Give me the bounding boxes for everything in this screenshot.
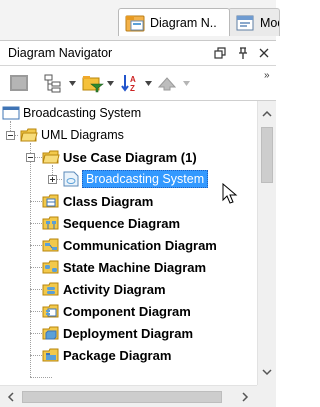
chevron-down-icon[interactable] [107,81,114,86]
project-icon [2,106,20,120]
tree-node-selected-diagram[interactable]: Broadcasting System [62,169,209,189]
scroll-right-icon[interactable] [240,392,250,402]
communication-diagram-icon [42,238,59,252]
folder-icon [20,128,38,142]
tab-strip: Diagram N.. Model Exp.. [0,0,280,40]
tree-node-state-machine-diagram[interactable]: State Machine Diagram [42,257,206,277]
vertical-scroll-thumb[interactable] [261,127,273,183]
horizontal-scrollbar[interactable] [0,385,257,407]
collapse-toggle[interactable] [6,131,15,140]
tree-node-label: Use Case Diagram (1) [63,149,197,165]
tree-node-label: UML Diagrams [41,128,124,142]
expand-toggle[interactable] [48,175,57,184]
tree-node-communication-diagram[interactable]: Communication Diagram [42,235,217,255]
collapse-toggle[interactable] [26,153,35,162]
svg-text:A: A [130,75,136,84]
activity-diagram-icon [42,282,59,296]
tree-node-deployment-diagram[interactable]: Deployment Diagram [42,323,193,343]
toolbar: A Z » [0,66,276,101]
state-machine-diagram-icon [42,260,59,274]
restore-icon[interactable] [213,46,227,60]
toolbar-overflow[interactable]: » [264,70,270,81]
tree-node-label: State Machine Diagram [63,259,207,275]
tree-node-label: Broadcasting System [82,170,209,188]
tree-node-root[interactable]: Broadcasting System [2,103,141,123]
tree-node-class-diagram[interactable]: Class Diagram [42,191,153,211]
tree-node-label: Sequence Diagram [63,215,181,231]
chevron-down-icon[interactable] [183,81,190,86]
mouse-cursor-icon [222,183,238,204]
package-diagram-icon [42,348,59,362]
tree-node-use-case-diagram[interactable]: Use Case Diagram (1) [42,147,197,167]
close-icon[interactable] [257,46,271,60]
chevron-down-icon[interactable] [69,81,76,86]
tree-line [30,377,52,378]
panel-title: Diagram Navigator [8,46,113,60]
tree-node-label: Communication Diagram [63,237,217,253]
folder-icon [42,150,60,164]
tree-view-icon[interactable] [42,73,64,93]
horizontal-scroll-thumb[interactable] [22,391,222,403]
use-case-diagram-icon [63,171,79,187]
tree-node-label: Class Diagram [63,193,154,209]
sequence-diagram-icon [42,216,59,230]
tree-node-sequence-diagram[interactable]: Sequence Diagram [42,213,180,233]
tab-model-explorer[interactable]: Model Exp.. [228,8,280,36]
tab-label: Diagram N.. [150,15,217,30]
tree-node-label: Broadcasting System [23,106,142,120]
tab-label: Model Exp.. [260,15,279,30]
model-explorer-icon [236,15,254,30]
tree-node-package-diagram[interactable]: Package Diagram [42,345,171,365]
tree-node-component-diagram[interactable]: Component Diagram [42,301,191,321]
scrollbar-corner [257,385,276,407]
scroll-up-icon[interactable] [262,109,272,119]
diagram-tree: Broadcasting System UML Diagrams Use Cas… [0,101,257,385]
tree-node-activity-diagram[interactable]: Activity Diagram [42,279,166,299]
tree-node-label: Deployment Diagram [63,325,194,341]
filter-icon[interactable] [82,73,104,93]
tree-line [30,143,31,377]
vertical-scrollbar[interactable] [257,101,276,385]
component-diagram-icon [42,304,59,318]
chevron-down-icon[interactable] [145,81,152,86]
class-diagram-icon [42,194,59,208]
deployment-diagram-icon [42,326,59,340]
new-diagram-icon[interactable] [8,73,30,93]
scroll-left-icon[interactable] [6,392,16,402]
navigate-up-icon[interactable] [156,73,178,93]
tab-diagram-navigator[interactable]: Diagram N.. [118,8,230,36]
scroll-down-icon[interactable] [262,367,272,377]
sort-icon[interactable]: A Z [120,73,142,93]
pin-icon[interactable] [236,46,250,60]
tree-node-label: Activity Diagram [63,281,166,297]
panel-header: Diagram Navigator [0,40,276,66]
tree-node-label: Package Diagram [63,347,172,363]
svg-text:Z: Z [130,84,135,93]
tree-node-label: Component Diagram [63,303,191,319]
diagram-navigator-icon [125,15,145,31]
tree-node-uml-diagrams[interactable]: UML Diagrams [20,125,124,145]
